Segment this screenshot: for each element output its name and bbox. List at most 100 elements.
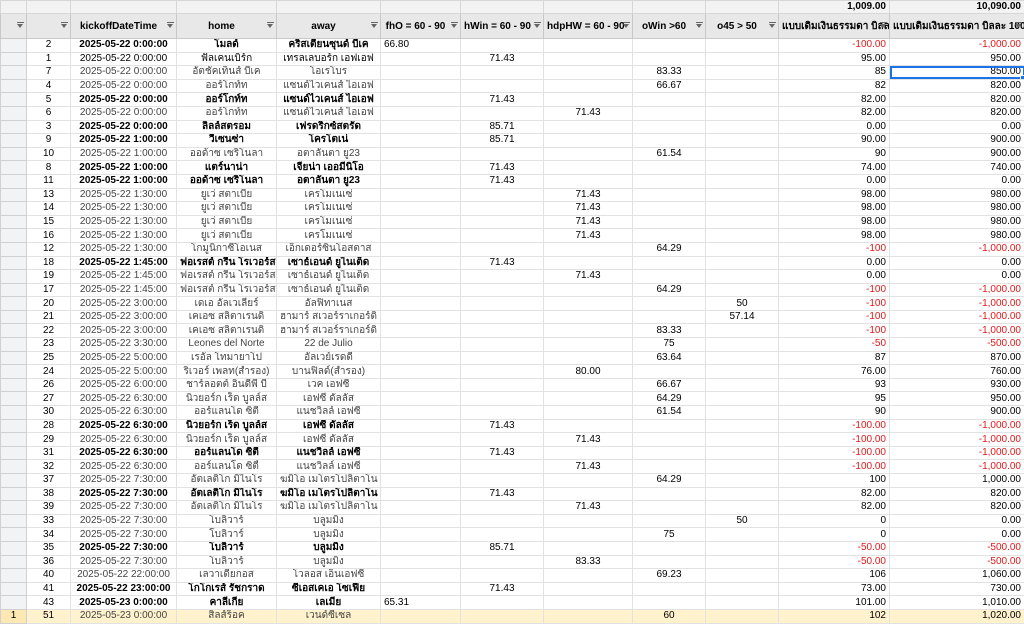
cell-home[interactable]: โกโกเรส์ รัชกราด bbox=[176, 581, 277, 597]
row-number[interactable] bbox=[0, 228, 27, 243]
cell-hdphw[interactable] bbox=[543, 241, 633, 257]
cell-bill-1000[interactable]: 900.00 bbox=[889, 146, 1024, 162]
cell-owin[interactable] bbox=[632, 214, 706, 230]
cell-idx[interactable]: 19 bbox=[26, 269, 71, 284]
cell-hdphw[interactable] bbox=[543, 540, 633, 556]
cell-kickoff[interactable]: 2025-05-22 7:30:00 bbox=[70, 500, 177, 515]
cell[interactable] bbox=[705, 0, 779, 14]
cell-away[interactable]: เอ็กเดอร์ซิ่นโอสตาส bbox=[276, 241, 381, 257]
cell-hdphw[interactable] bbox=[543, 309, 633, 325]
cell-away[interactable]: เครโมเนเซ่ bbox=[276, 201, 381, 216]
cell-hwin[interactable] bbox=[460, 350, 544, 366]
row-number[interactable] bbox=[0, 78, 27, 94]
cell-bill-100[interactable]: 98.00 bbox=[778, 187, 890, 203]
cell-home[interactable]: ออด้าซ เซริโนลา bbox=[176, 173, 277, 189]
row-number[interactable] bbox=[0, 418, 27, 434]
fill-handle[interactable] bbox=[1020, 74, 1024, 79]
row-number[interactable] bbox=[0, 187, 27, 203]
cell-home[interactable]: ออร์โกท์ท bbox=[176, 92, 277, 107]
cell-owin[interactable] bbox=[632, 201, 706, 216]
cell-kickoff[interactable]: 2025-05-22 6:30:00 bbox=[70, 432, 177, 447]
cell[interactable] bbox=[460, 0, 544, 14]
cell-hdphw[interactable] bbox=[543, 568, 633, 583]
cell-o45[interactable] bbox=[705, 486, 779, 502]
cell-o45[interactable]: 57.14 bbox=[705, 309, 779, 325]
cell-kickoff[interactable]: 2025-05-22 6:30:00 bbox=[70, 459, 177, 474]
cell-idx[interactable]: 8 bbox=[26, 160, 71, 175]
cell-bill-100[interactable]: -100 bbox=[778, 241, 890, 257]
cell-bill-100[interactable]: -100.00 bbox=[778, 432, 890, 447]
cell-hdphw[interactable]: 71.43 bbox=[543, 187, 633, 203]
cell-hdphw[interactable]: 71.43 bbox=[543, 201, 633, 216]
row-number[interactable] bbox=[0, 554, 27, 570]
cell-bill-1000[interactable]: 820.00 bbox=[889, 486, 1024, 502]
cell-hdphw[interactable] bbox=[543, 65, 633, 80]
cell-home[interactable]: นิวยอร์ก เร็ด บูลล์ส bbox=[176, 432, 277, 447]
cell-bill-1000[interactable]: 820.00 bbox=[889, 500, 1024, 515]
row-number[interactable] bbox=[0, 581, 27, 597]
cell-home[interactable]: ออร์โกท์ท bbox=[176, 105, 277, 121]
cell-hwin[interactable] bbox=[460, 269, 544, 284]
cell-bill-100[interactable]: -100 bbox=[778, 296, 890, 311]
cell-o45[interactable] bbox=[705, 608, 779, 624]
cell-bill-100[interactable]: 90 bbox=[778, 405, 890, 420]
cell-away[interactable]: อตาลันตา ยู23 bbox=[276, 146, 381, 162]
active-cell[interactable]: 850.00 bbox=[889, 65, 1024, 80]
cell-home[interactable]: อัตเลติโก มิไนโร bbox=[176, 486, 277, 502]
cell-kickoff[interactable]: 2025-05-22 0:00:00 bbox=[70, 92, 177, 107]
cell-home[interactable]: คาลีเกีย bbox=[176, 595, 277, 610]
cell-hwin[interactable] bbox=[460, 473, 544, 488]
cell-bill-100[interactable]: 98.00 bbox=[778, 228, 890, 243]
cell-owin[interactable]: 66.67 bbox=[632, 377, 706, 393]
cell-fho[interactable] bbox=[380, 119, 461, 135]
cell-away[interactable]: เอฟซี ดัลลัส bbox=[276, 432, 381, 447]
cell-away[interactable]: แนชวิลล์ เอฟซี bbox=[276, 445, 381, 461]
row-number[interactable]: 1 bbox=[0, 608, 27, 624]
cell-o45[interactable] bbox=[705, 105, 779, 121]
header-fho[interactable]: fhO = 60 - 90 bbox=[380, 13, 461, 39]
cell-hdphw[interactable] bbox=[543, 173, 633, 189]
cell-fho[interactable] bbox=[380, 92, 461, 107]
cell-hdphw[interactable] bbox=[543, 296, 633, 311]
cell-hwin[interactable]: 71.43 bbox=[460, 486, 544, 502]
row-number[interactable] bbox=[0, 173, 27, 189]
cell-bill-1000[interactable]: -1,000.00 bbox=[889, 459, 1024, 474]
cell-fho[interactable] bbox=[380, 432, 461, 447]
cell-home[interactable]: โกมูนิกาซีโอเนส bbox=[176, 241, 277, 257]
cell-hwin[interactable]: 85.71 bbox=[460, 540, 544, 556]
cell-hdphw[interactable] bbox=[543, 323, 633, 339]
cell-away[interactable]: เลเมีย bbox=[276, 595, 381, 610]
cell-fho[interactable] bbox=[380, 540, 461, 556]
cell-idx[interactable]: 39 bbox=[26, 500, 71, 515]
cell-bill-100[interactable]: -50.00 bbox=[778, 540, 890, 556]
cell-home[interactable]: โบลิวาร์ bbox=[176, 540, 277, 556]
cell-kickoff[interactable]: 2025-05-22 3:00:00 bbox=[70, 309, 177, 325]
cell-o45[interactable] bbox=[705, 432, 779, 447]
cell-o45[interactable] bbox=[705, 350, 779, 366]
cell-bill-100[interactable]: 98.00 bbox=[778, 214, 890, 230]
cell-idx[interactable]: 5 bbox=[26, 92, 71, 107]
cell-kickoff[interactable]: 2025-05-22 7:30:00 bbox=[70, 540, 177, 556]
row-number[interactable] bbox=[0, 473, 27, 488]
cell-idx[interactable]: 22 bbox=[26, 323, 71, 339]
cell-away[interactable]: ฮามาร์ สเวอร์ราเกอร์ดิ bbox=[276, 323, 381, 339]
cell-bill-1000[interactable]: 760.00 bbox=[889, 364, 1024, 379]
row-number[interactable] bbox=[0, 105, 27, 121]
cell-home[interactable]: ฟอเรสต์ กรีน โรเวอร์ส bbox=[176, 282, 277, 298]
cell-home[interactable]: นิวยอร์ก เร็ด บูลล์ส bbox=[176, 418, 277, 434]
cell-hwin[interactable] bbox=[460, 309, 544, 325]
cell-bill-100[interactable]: 76.00 bbox=[778, 364, 890, 379]
cell-o45[interactable] bbox=[705, 364, 779, 379]
cell-o45[interactable] bbox=[705, 337, 779, 352]
cell-kickoff[interactable]: 2025-05-22 6:30:00 bbox=[70, 418, 177, 434]
cell-hdphw[interactable] bbox=[543, 486, 633, 502]
row-number[interactable] bbox=[0, 323, 27, 339]
cell-bill-100[interactable]: -100.00 bbox=[778, 459, 890, 474]
cell-fho[interactable] bbox=[380, 309, 461, 325]
cell-hwin[interactable] bbox=[460, 432, 544, 447]
cell-hwin[interactable] bbox=[460, 527, 544, 542]
cell-bill-1000[interactable]: 820.00 bbox=[889, 92, 1024, 107]
cell-kickoff[interactable]: 2025-05-22 1:45:00 bbox=[70, 269, 177, 284]
cell-fho[interactable] bbox=[380, 65, 461, 80]
cell-kickoff[interactable]: 2025-05-22 1:30:00 bbox=[70, 214, 177, 230]
